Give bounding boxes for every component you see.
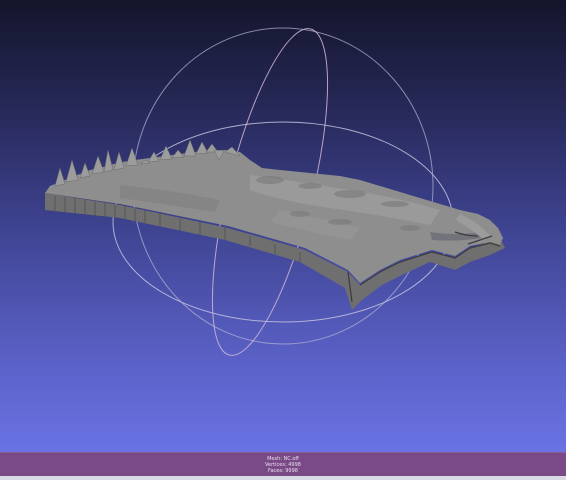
bottom-strip (0, 476, 566, 480)
scene-canvas (45, 27, 505, 356)
3d-viewport[interactable]: Mesh: NC.off Vertices: 4998 Faces: 9998 (0, 0, 566, 480)
face-count-text: Faces: 9998 (268, 468, 298, 474)
status-info-bar: Mesh: NC.off Vertices: 4998 Faces: 9998 (0, 452, 566, 477)
